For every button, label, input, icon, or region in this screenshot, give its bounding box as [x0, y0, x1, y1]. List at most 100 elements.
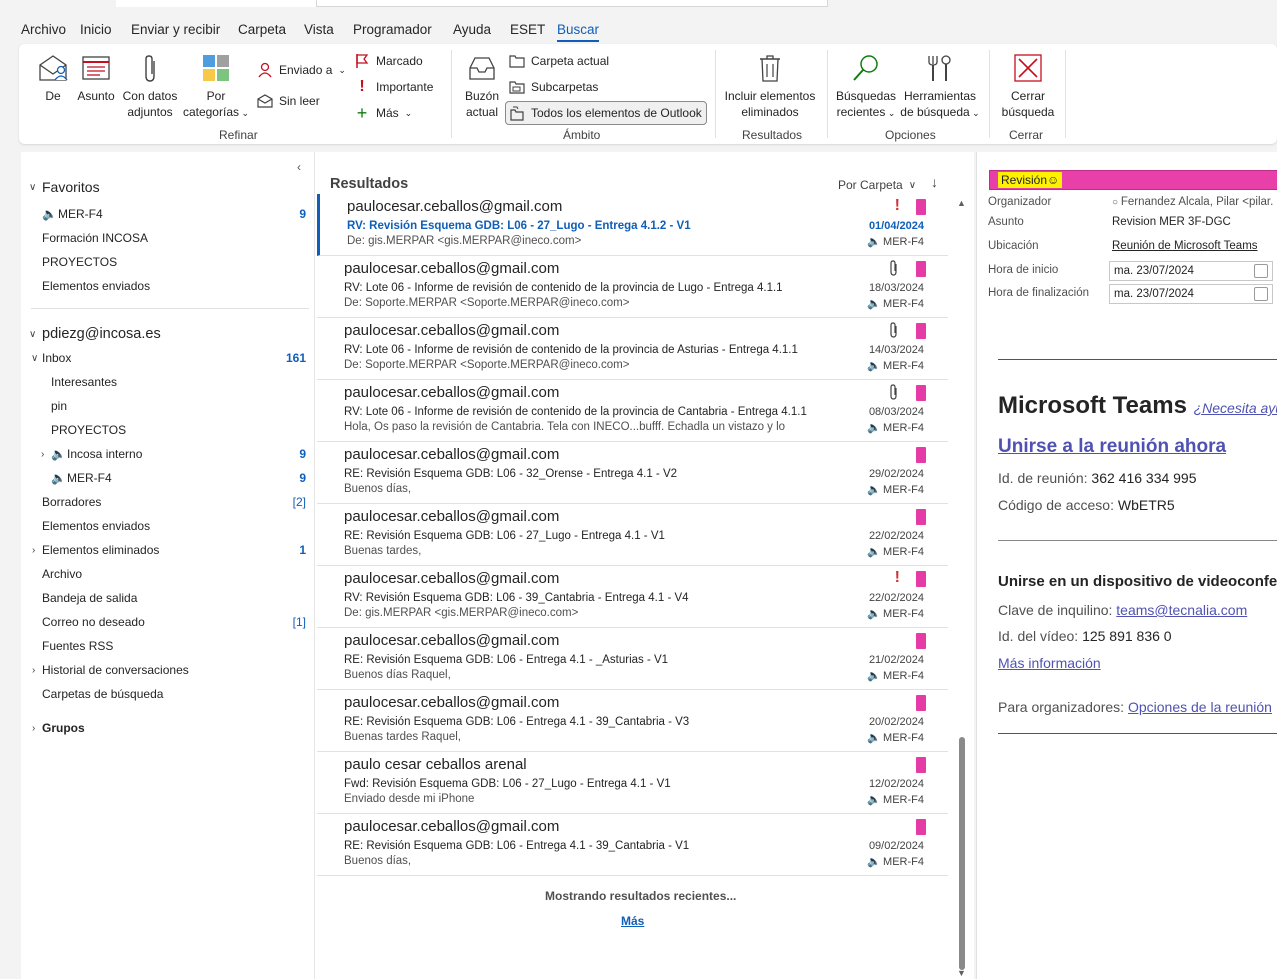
scope-group-label: Ámbito [563, 128, 601, 142]
folder-borradores[interactable]: Borradores [2] [21, 490, 306, 514]
category-color-icon[interactable] [916, 509, 926, 525]
folder-archivo[interactable]: Archivo [21, 562, 306, 586]
scroll-up-icon[interactable]: ▲ [957, 198, 966, 208]
scroll-down-icon[interactable]: ▼ [957, 968, 966, 978]
location-value[interactable]: Reunión de Microsoft Teams [1112, 240, 1258, 252]
folder-mer-f4[interactable]: 🔈 MER-F4 9 [21, 466, 306, 490]
tab-archivo[interactable]: Archivo [21, 22, 66, 37]
collapse-pane-icon[interactable]: ‹ [297, 160, 301, 174]
more-results-link[interactable]: Más [621, 914, 644, 928]
favorite-mer-f4[interactable]: 🔈 MER-F4 9 [21, 202, 306, 226]
message-row[interactable]: paulocesar.ceballos@gmail.com RE: Revisió… [317, 504, 948, 566]
folder-interesantes[interactable]: Interesantes [21, 370, 306, 394]
sort-dropdown[interactable]: Por Carpeta ∨ [838, 178, 916, 192]
folder-outbox[interactable]: Bandeja de salida [21, 586, 306, 610]
start-date-field[interactable]: ma. 23/07/2024 [1109, 261, 1273, 281]
search-box[interactable] [316, 0, 828, 7]
recent-searches-button[interactable]: Búsquedas recientes ⌄ [834, 52, 898, 121]
folder-name: MER-F4 [883, 483, 924, 496]
from-button[interactable]: De [35, 52, 71, 104]
message-row[interactable]: paulocesar.ceballos@gmail.com RV: Lote 06… [317, 318, 948, 380]
calendar-icon[interactable] [1254, 264, 1268, 278]
unread-button[interactable]: Sin leer [257, 91, 320, 111]
envelope-person-icon [39, 55, 68, 81]
message-row[interactable]: paulo cesar ceballos arenal Fwd: Revisión… [317, 752, 948, 814]
favorite-formacion[interactable]: Formación INCOSA [21, 226, 306, 250]
list-scrollbar[interactable]: ▲ ▼ [956, 192, 968, 979]
sent-to-button[interactable]: Enviado a ⌄ [257, 60, 346, 80]
folder-incosa-interno[interactable]: › 🔈 Incosa interno 9 [21, 442, 306, 466]
important-button[interactable]: ! Importante [354, 77, 433, 97]
favorite-sent[interactable]: Elementos enviados [21, 274, 306, 298]
message-row[interactable]: paulocesar.ceballos@gmail.com RE: Revisió… [317, 442, 948, 504]
meeting-options-link[interactable]: Opciones de la reunión [1128, 699, 1272, 715]
folder-tag: 🔈 MER-F4 [867, 669, 924, 683]
calendar-icon[interactable] [1254, 287, 1268, 301]
all-outlook-items-button[interactable]: Todos los elementos de Outlook [505, 101, 707, 125]
meeting-id-label: Id. de reunión: [998, 470, 1088, 486]
tab-carpeta[interactable]: Carpeta [238, 22, 286, 37]
current-folder-button[interactable]: Carpeta actual [509, 51, 609, 71]
category-color-icon[interactable] [916, 695, 926, 711]
join-meeting-link[interactable]: Unirse a la reunión ahora [998, 436, 1226, 458]
folder-pin[interactable]: pin [21, 394, 306, 418]
groups-header[interactable]: › Grupos [21, 716, 306, 740]
message-row[interactable]: paulocesar.ceballos@gmail.com RE: Revisió… [317, 690, 948, 752]
more-filters-button[interactable]: + Más ⌄ [354, 103, 412, 123]
tab-inicio[interactable]: Inicio [80, 22, 112, 37]
category-color-icon[interactable] [916, 199, 926, 215]
folder-rss[interactable]: Fuentes RSS [21, 634, 306, 658]
attachments-button[interactable]: Con datos adjuntos [121, 52, 179, 120]
message-row[interactable]: paulocesar.ceballos@gmail.com RV: Lote 06… [317, 380, 948, 442]
category-color-icon[interactable] [916, 571, 926, 587]
subject-button[interactable]: Asunto [75, 52, 117, 104]
message-row[interactable]: paulocesar.ceballos@gmail.com RV: Revisió… [317, 194, 948, 256]
category-color-icon[interactable] [916, 819, 926, 835]
tab-ayuda[interactable]: Ayuda [453, 22, 491, 37]
scroll-thumb[interactable] [959, 737, 965, 970]
tenant-link[interactable]: teams@tecnalia.com [1116, 602, 1247, 618]
tab-enviar-recibir[interactable]: Enviar y recibir [131, 22, 220, 37]
category-color-icon[interactable] [916, 385, 926, 401]
favorites-header[interactable]: ∨ Favoritos [21, 175, 306, 199]
tab-programador[interactable]: Programador [353, 22, 432, 37]
folder-search-folders[interactable]: Carpetas de búsqueda [21, 682, 306, 706]
chevron-right-icon[interactable]: › [32, 717, 35, 741]
message-row[interactable]: paulocesar.ceballos@gmail.com RE: Revisió… [317, 814, 948, 876]
tab-buscar[interactable]: Buscar [557, 22, 600, 42]
folder-proyectos[interactable]: PROYECTOS [21, 418, 306, 442]
folder-deleted[interactable]: › Elementos eliminados 1 [21, 538, 306, 562]
account-header[interactable]: ∨ pdiezg@incosa.es [21, 322, 306, 346]
more-info-link[interactable]: Más información [998, 655, 1101, 671]
folder-conversation-history[interactable]: › Historial de conversaciones [21, 658, 306, 682]
message-row[interactable]: paulocesar.ceballos@gmail.com RV: Revisió… [317, 566, 948, 628]
category-color-icon[interactable] [916, 323, 926, 339]
close-search-button[interactable]: Cerrar búsqueda [997, 52, 1059, 120]
preview: De: Soporte.MERPAR <Soporte.MERPAR@ineco… [344, 297, 630, 309]
tab-vista[interactable]: Vista [304, 22, 334, 37]
subfolders-button[interactable]: Subcarpetas [509, 77, 598, 97]
sort-label: Por Carpeta [838, 178, 903, 192]
sort-direction-icon[interactable]: ↓ [931, 174, 938, 190]
message-row[interactable]: paulocesar.ceballos@gmail.com RV: Lote 06… [317, 256, 948, 318]
message-row[interactable]: paulocesar.ceballos@gmail.com RE: Revisió… [317, 628, 948, 690]
categories-button[interactable]: Por categorías ⌄ [182, 52, 250, 121]
chevron-right-icon[interactable]: › [32, 659, 35, 683]
include-deleted-button[interactable]: Incluir elementos eliminados [721, 52, 819, 120]
folder-sent[interactable]: Elementos enviados [21, 514, 306, 538]
tab-eset[interactable]: ESET [510, 22, 545, 37]
help-link[interactable]: ¿Necesita ayuda? [1194, 400, 1277, 416]
folder-junk[interactable]: Correo no deseado [1] [21, 610, 306, 634]
current-mailbox-button[interactable]: Buzón actual [459, 52, 505, 120]
flagged-button[interactable]: Marcado [354, 51, 423, 71]
category-color-icon[interactable] [916, 757, 926, 773]
search-tools-button[interactable]: Herramientas de búsqueda ⌄ [899, 52, 981, 121]
category-color-icon[interactable] [916, 447, 926, 463]
folder-inbox[interactable]: ∨ Inbox 161 [21, 346, 306, 370]
category-color-icon[interactable] [916, 261, 926, 277]
favorite-proyectos[interactable]: PROYECTOS [21, 250, 306, 274]
chevron-right-icon[interactable]: › [32, 539, 35, 563]
category-color-icon[interactable] [916, 633, 926, 649]
end-date-field[interactable]: ma. 23/07/2024 [1109, 284, 1273, 304]
chevron-right-icon[interactable]: › [41, 443, 44, 467]
